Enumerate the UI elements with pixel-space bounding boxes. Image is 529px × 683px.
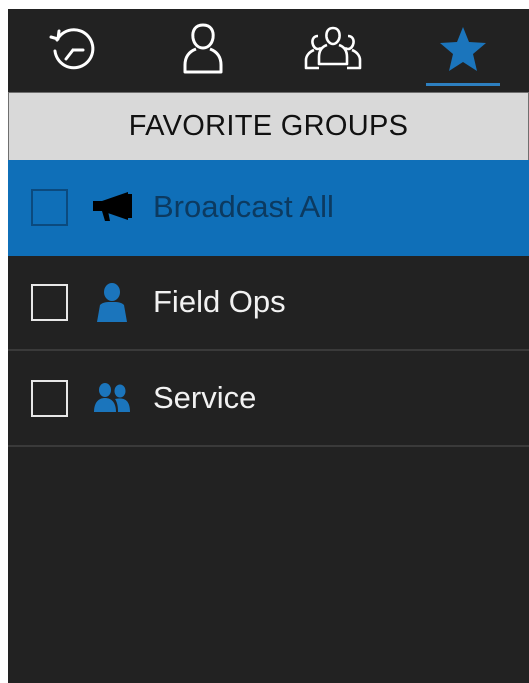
tab-bar [8,9,529,88]
group-icon [302,24,364,74]
checkbox[interactable] [31,283,68,321]
person-icon [180,22,226,76]
star-icon [438,25,488,73]
tab-favorites[interactable] [398,9,528,88]
group-row-service[interactable]: Service [8,351,529,447]
group-label: Service [153,380,257,415]
group-row-field-ops[interactable]: Field Ops [8,255,529,351]
list-header: FAVORITE GROUPS [8,92,529,161]
group-label: Field Ops [153,284,286,319]
history-icon [47,23,99,75]
checkbox[interactable] [31,379,68,417]
group-label: Broadcast All [153,189,334,224]
two-people-icon [90,376,134,420]
app-frame: FAVORITE GROUPS Broadcast All Field Ops [8,9,529,683]
page-title: FAVORITE GROUPS [128,110,409,142]
person-icon [90,280,134,324]
tab-history[interactable] [8,9,138,88]
group-row-broadcast-all[interactable]: Broadcast All [8,160,529,256]
megaphone-icon [90,185,134,229]
tab-groups[interactable] [268,9,398,88]
checkbox[interactable] [31,188,68,226]
tab-contacts[interactable] [138,9,268,88]
